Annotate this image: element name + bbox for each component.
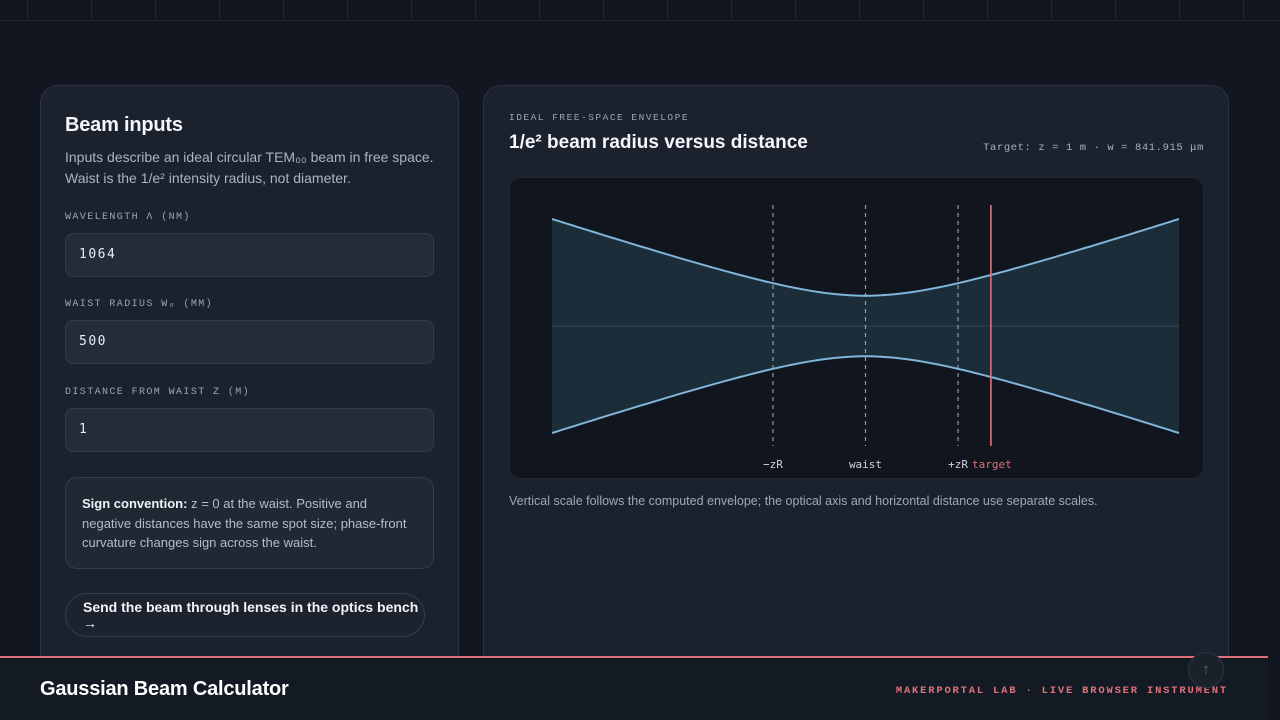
distance-field: DISTANCE FROM WAIST Z (M) 1: [65, 387, 434, 452]
marker-label-waist: waist: [849, 458, 882, 471]
arrow-up-icon[interactable]: ↑: [1188, 652, 1224, 688]
footer-title: Gaussian Beam Calculator: [40, 678, 289, 700]
footer-brand: MAKERPORTAL LAB · LIVE BROWSER INSTRUMEN…: [895, 685, 1228, 697]
chart-title: 1/e² beam radius versus distance: [509, 132, 808, 153]
chart-eyebrow: IDEAL FREE-SPACE ENVELOPE: [509, 112, 690, 123]
target-readout: Target: z = 1 m · w = 841.915 μm: [983, 142, 1204, 154]
distance-input[interactable]: 1: [65, 408, 434, 452]
marker-label-zr: −zR: [763, 458, 783, 471]
wavelength-input[interactable]: 1064: [65, 233, 434, 277]
panel-description: Inputs describe an ideal circular TEM₀₀ …: [65, 149, 434, 186]
note-heading: Sign convention:: [82, 496, 188, 511]
waist-radius-label: WAIST RADIUS W₀ (MM): [65, 299, 214, 310]
waist-radius-input[interactable]: 500: [65, 320, 434, 364]
chart-caption: Vertical scale follows the computed enve…: [509, 494, 1098, 508]
top-grid-strip: [0, 0, 1280, 21]
waist-radius-field: WAIST RADIUS W₀ (MM) 500: [65, 299, 434, 364]
footer: Gaussian Beam Calculator MAKERPORTAL LAB…: [0, 656, 1268, 720]
optics-bench-button[interactable]: Send the beam through lenses in the opti…: [65, 593, 425, 637]
wavelength-field: WAVELENGTH λ (NM) 1064: [65, 212, 434, 277]
page: Beam inputs Inputs describe an ideal cir…: [0, 0, 1280, 720]
marker-label-target: target: [972, 458, 1012, 471]
envelope-svg: −zR waist +zR target: [551, 205, 1180, 471]
sign-convention-note: Sign convention: z = 0 at the waist. Pos…: [65, 477, 434, 569]
panel-title: Beam inputs: [65, 114, 183, 136]
distance-label: DISTANCE FROM WAIST Z (M): [65, 387, 251, 398]
marker-label-zr: +zR: [948, 458, 968, 471]
beam-envelope-plot: −zR waist +zR target: [509, 177, 1204, 479]
wavelength-label: WAVELENGTH λ (NM): [65, 212, 191, 223]
beam-inputs-panel: Beam inputs Inputs describe an ideal cir…: [40, 85, 459, 675]
envelope-chart-panel: IDEAL FREE-SPACE ENVELOPE 1/e² beam radi…: [483, 85, 1229, 675]
